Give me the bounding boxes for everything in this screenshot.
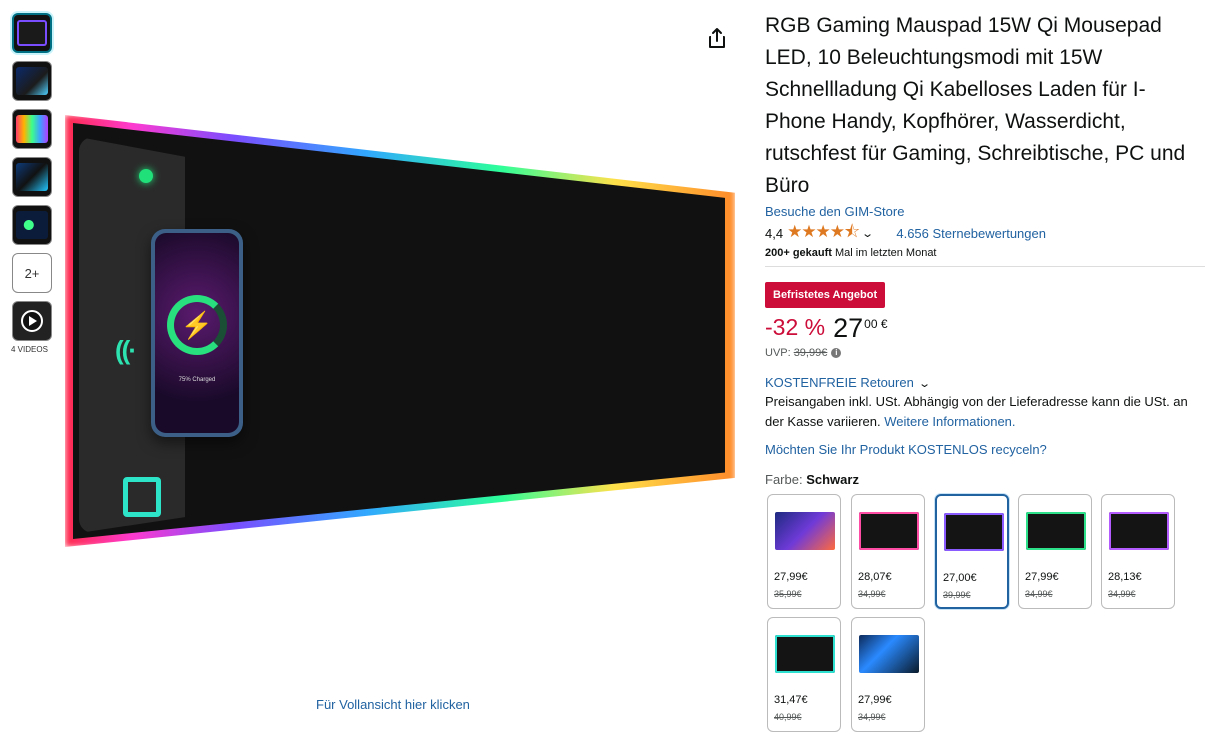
bought-info: 200+ gekauft Mal im letzten Monat — [765, 247, 1205, 267]
thumbnail-rail: 2+ 4 VIDEOS — [11, 13, 52, 354]
swatch-price: 27,00€ — [943, 572, 977, 584]
uvp-price: 39,99€ — [793, 347, 828, 359]
price-fraction: 00 € — [864, 317, 888, 331]
bought-count: 200+ gekauft — [765, 247, 832, 259]
play-icon — [21, 310, 43, 332]
wireless-icon: ((· — [115, 335, 137, 365]
chevron-down-icon: ⌄ — [917, 378, 931, 390]
deal-badge: Befristetes Angebot — [765, 282, 886, 308]
main-product-image[interactable]: ((· ⚡ 75% Charged — [65, 115, 740, 595]
videos-label: 4 VIDEOS — [11, 345, 48, 354]
free-returns-link[interactable]: KOSTENFREIE Retouren ⌄ — [765, 375, 1205, 390]
swatch-old-price: 34,99€ — [1108, 589, 1136, 599]
color-swatch[interactable]: 27,99€ 34,99€ — [1018, 494, 1092, 609]
uvp-row: UVP: 39,99€ i — [765, 347, 1205, 359]
tax-notice: Preisangaben inkl. USt. Abhängig von der… — [765, 392, 1205, 432]
power-led — [139, 169, 153, 183]
swatch-old-price: 34,99€ — [1025, 589, 1053, 599]
thumbnail-image-5[interactable] — [12, 205, 52, 245]
fullview-link[interactable]: Für Vollansicht hier klicken — [316, 697, 470, 712]
product-title: RGB Gaming Mauspad 15W Qi Mousepad LED, … — [765, 14, 1186, 197]
swatch-old-price: 39,99€ — [943, 590, 971, 600]
swatch-price: 27,99€ — [774, 571, 808, 583]
color-swatch-selected[interactable]: 27,00€ 39,99€ — [935, 494, 1009, 609]
rating-count-link[interactable]: 4.656 Sternebewertungen — [896, 226, 1046, 241]
swatch-old-price: 35,99€ — [774, 589, 802, 599]
swatch-price: 27,99€ — [858, 694, 892, 706]
price-whole: 27 — [833, 313, 864, 343]
swatch-price: 28,07€ — [858, 571, 892, 583]
price-row: -32 % 27 00 € — [765, 314, 1205, 342]
color-label-text: Farbe: — [765, 472, 803, 487]
more-images-button[interactable]: 2+ — [12, 253, 52, 293]
thumbnail-image-2[interactable] — [12, 61, 52, 101]
thumbnail-image-4[interactable] — [12, 157, 52, 197]
color-swatch[interactable]: 27,99€ 34,99€ — [851, 617, 925, 732]
returns-label: KOSTENFREIE Retouren — [765, 375, 914, 390]
color-swatch[interactable]: 28,13€ 34,99€ — [1101, 494, 1175, 609]
product-details: RGB Gaming Mauspad 15W Qi Mousepad LED, … — [765, 10, 1205, 487]
swatch-old-price: 34,99€ — [858, 589, 886, 599]
share-icon[interactable] — [705, 26, 729, 50]
brand-logo-icon — [123, 477, 161, 517]
swatch-price: 28,13€ — [1108, 571, 1142, 583]
color-selected-value: Schwarz — [806, 472, 859, 487]
recycle-link[interactable]: Möchten Sie Ihr Produkt KOSTENLOS recyce… — [765, 442, 1205, 457]
color-label: Farbe: Schwarz — [765, 472, 1205, 487]
rating-row: 4,4 ★★★★⯪ ⌄ 4.656 Sternebewertungen — [765, 222, 1205, 242]
thumbnail-image-3[interactable] — [12, 109, 52, 149]
color-swatch[interactable]: 28,07€ 34,99€ — [851, 494, 925, 609]
star-rating-icon[interactable]: ★★★★⯪ — [787, 219, 860, 248]
charge-text: 75% Charged — [178, 377, 216, 383]
color-swatch[interactable]: 31,47€ 40,99€ — [767, 617, 841, 732]
store-link[interactable]: Besuche den GIM-Store — [765, 204, 1205, 219]
video-thumbnail[interactable] — [12, 301, 52, 341]
swatch-price: 31,47€ — [774, 694, 808, 706]
more-info-link[interactable]: Weitere Informationen. — [884, 414, 1015, 429]
color-swatch[interactable]: 27,99€ 35,99€ — [767, 494, 841, 609]
discount-percent: -32 % — [765, 314, 826, 340]
uvp-label: UVP: — [765, 347, 791, 359]
thumbnail-image-1[interactable] — [12, 13, 52, 53]
swatch-old-price: 40,99€ — [774, 712, 802, 722]
swatch-price: 27,99€ — [1025, 571, 1059, 583]
bought-suffix: Mal im letzten Monat — [831, 247, 937, 259]
phone-image: ⚡ 75% Charged — [151, 229, 243, 437]
lightning-icon: ⚡ — [167, 295, 227, 355]
info-icon[interactable]: i — [831, 348, 842, 358]
rating-value: 4,4 — [765, 225, 784, 241]
swatch-old-price: 34,99€ — [858, 712, 886, 722]
chevron-down-icon[interactable]: ⌄ — [861, 227, 874, 240]
